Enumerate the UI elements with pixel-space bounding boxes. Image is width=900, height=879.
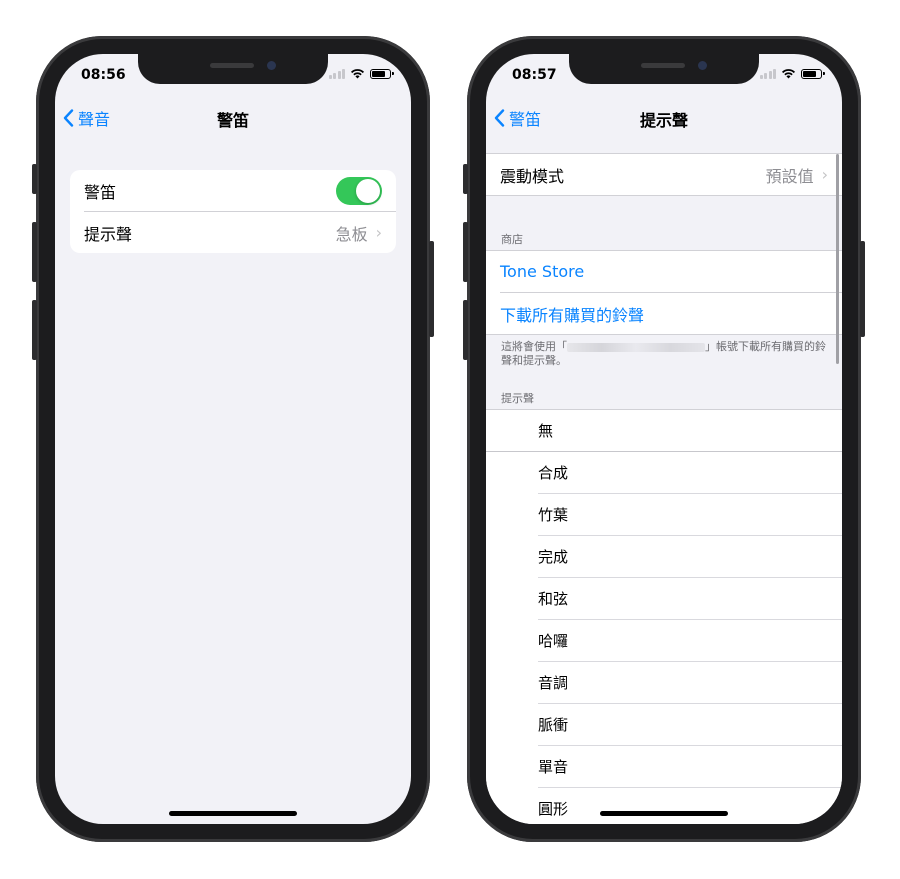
store-group: Tone Store 下載所有購買的鈴聲 <box>486 250 842 335</box>
status-icons <box>759 68 825 79</box>
alert-tone-row[interactable]: 提示聲 急板 › <box>70 212 396 253</box>
tone-label: 脈衝 <box>538 716 569 734</box>
tone-item[interactable]: 竹葉 <box>486 494 842 535</box>
tone-label: 單音 <box>538 758 569 776</box>
row-label: Tone Store <box>500 262 585 281</box>
navigation-bar: 聲音 警笛 <box>55 104 411 134</box>
tone-item[interactable]: 單音 <box>486 746 842 787</box>
wifi-icon <box>351 69 364 79</box>
speaker <box>641 63 685 68</box>
chevron-right-icon: › <box>821 165 828 184</box>
camera-icon <box>267 61 276 70</box>
volume-up-button <box>463 222 468 282</box>
row-label: 下載所有購買的鈴聲 <box>500 305 645 325</box>
tone-item[interactable]: 無 <box>486 410 842 451</box>
mute-switch <box>463 164 468 194</box>
navigation-bar: 警笛 提示聲 <box>486 104 842 134</box>
tone-item[interactable]: 哈囉 <box>486 620 842 661</box>
phone-left: 08:56 聲音 警笛 警笛 提示聲 急板 › <box>32 36 434 842</box>
screen-right: 08:57 警笛 提示聲 震動模式 預設值 › 商店 Tone Store 下載… <box>486 54 842 824</box>
tone-label: 無 <box>538 422 554 440</box>
vibration-group: 震動模式 預設值 › <box>486 153 842 196</box>
status-time: 08:56 <box>81 67 126 83</box>
notch <box>569 54 759 84</box>
tone-label: 和弦 <box>538 590 569 608</box>
tone-item[interactable]: 和弦 <box>486 578 842 619</box>
download-all-link[interactable]: 下載所有購買的鈴聲 <box>486 293 842 334</box>
redacted-account <box>567 342 705 352</box>
cellular-signal-icon <box>759 68 776 79</box>
tone-item[interactable]: 圓形 <box>486 788 842 824</box>
vibration-row[interactable]: 震動模式 預設值 › <box>486 154 842 195</box>
tone-item[interactable]: 音調 <box>486 662 842 703</box>
siren-toggle[interactable] <box>336 176 382 205</box>
volume-down-button <box>32 300 37 360</box>
section-header-store: 商店 <box>501 233 523 246</box>
tone-item[interactable]: 完成 <box>486 536 842 577</box>
row-label: 震動模式 <box>500 166 565 186</box>
home-indicator[interactable] <box>600 811 728 816</box>
page-title: 警笛 <box>216 111 249 130</box>
home-indicator[interactable] <box>169 811 297 816</box>
camera-icon <box>698 61 707 70</box>
battery-icon <box>801 68 825 79</box>
screen-left: 08:56 聲音 警笛 警笛 提示聲 急板 › <box>55 54 411 824</box>
chevron-right-icon: › <box>375 223 382 242</box>
tone-label: 竹葉 <box>538 506 569 524</box>
status-icons <box>328 68 394 79</box>
row-value: 急板 <box>335 224 368 244</box>
speaker <box>210 63 254 68</box>
tone-item[interactable]: 合成 <box>486 452 842 493</box>
tone-store-link[interactable]: Tone Store <box>486 251 842 292</box>
footer-text-start: 這將會使用「 <box>501 340 567 353</box>
siren-toggle-row: 警笛 <box>70 170 396 211</box>
volume-down-button <box>463 300 468 360</box>
settings-group: 警笛 提示聲 急板 › <box>70 170 396 253</box>
tone-label: 圓形 <box>538 800 569 818</box>
wifi-icon <box>782 69 795 79</box>
cellular-signal-icon <box>328 68 345 79</box>
tone-label: 哈囉 <box>538 632 569 650</box>
store-footer: 這將會使用「 」帳號下載所有購買的鈴聲和提示聲。 <box>501 340 827 368</box>
side-button <box>860 241 865 337</box>
volume-up-button <box>32 222 37 282</box>
section-header-tones: 提示聲 <box>501 392 534 405</box>
tone-label: 完成 <box>538 548 569 566</box>
tone-item[interactable]: 脈衝 <box>486 704 842 745</box>
page-title: 提示聲 <box>639 111 688 130</box>
row-label: 提示聲 <box>84 224 133 244</box>
tones-list: 無 合成 竹葉 完成 和弦 哈囉 音調 脈衝 單音 圓形 <box>486 409 842 824</box>
mute-switch <box>32 164 37 194</box>
battery-icon <box>370 68 394 79</box>
tone-label: 合成 <box>538 464 569 482</box>
side-button <box>429 241 434 337</box>
phone-right: 08:57 警笛 提示聲 震動模式 預設值 › 商店 Tone Store 下載… <box>463 36 865 842</box>
notch <box>138 54 328 84</box>
row-value: 預設值 <box>765 166 814 186</box>
scroll-indicator[interactable] <box>836 154 839 364</box>
status-time: 08:57 <box>512 67 557 83</box>
tone-label: 音調 <box>538 674 569 692</box>
row-label: 警笛 <box>84 182 117 202</box>
toggle-knob <box>356 178 380 203</box>
